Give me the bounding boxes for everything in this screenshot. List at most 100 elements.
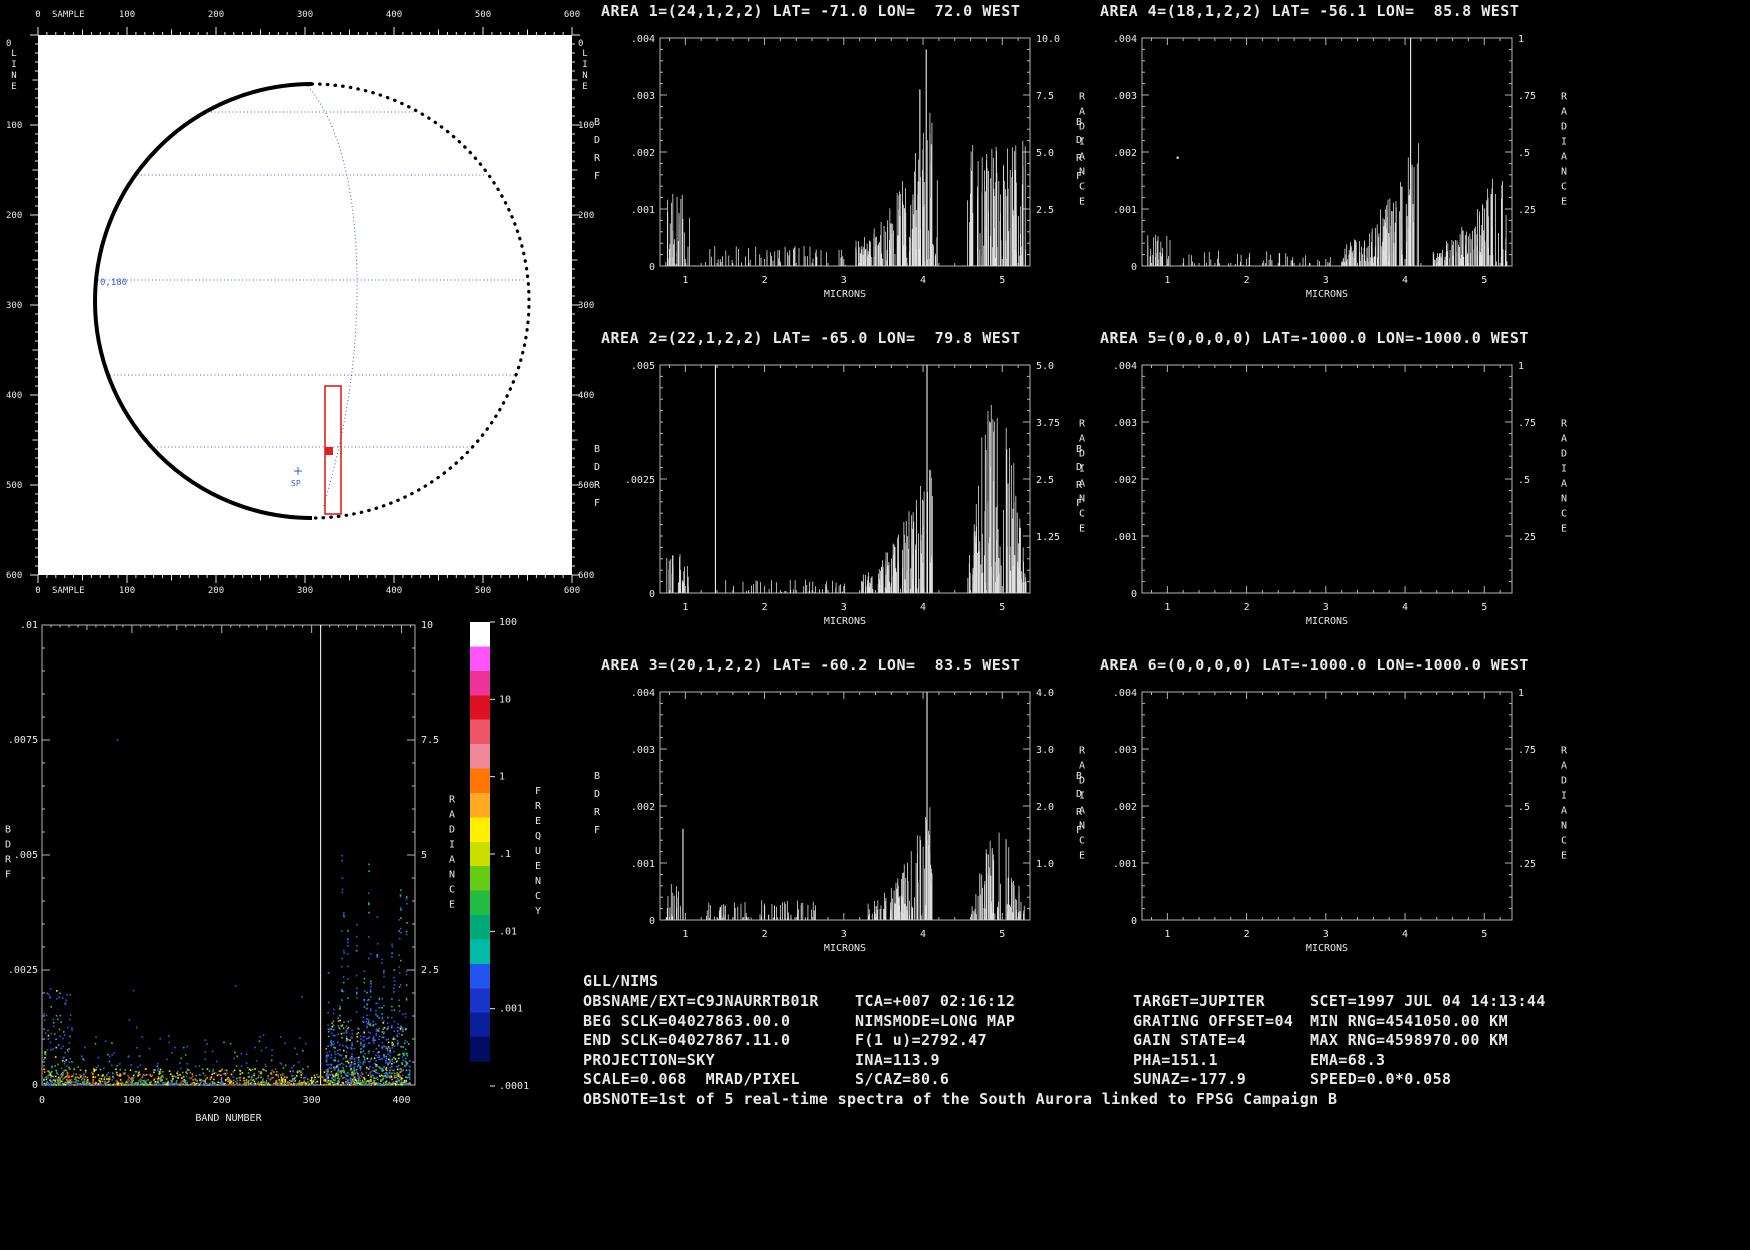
svg-text:200: 200 — [6, 211, 22, 221]
svg-text:2.0: 2.0 — [1036, 802, 1054, 813]
svg-text:C: C — [449, 885, 455, 896]
svg-text:MICRONS: MICRONS — [1306, 943, 1348, 954]
info-field: END SCLK=04027867.11.0 — [583, 1031, 791, 1049]
svg-text:R: R — [594, 480, 601, 491]
band-scatter-plot: 0 100 200 300 400 .01 .0075 .005 .0025 0 10 7.5 5 2.5… — [5, 620, 456, 1124]
svg-text:E: E — [449, 900, 455, 911]
svg-text:C: C — [1561, 509, 1567, 520]
svg-text:C: C — [1561, 182, 1567, 193]
info-field: GAIN STATE=4 — [1133, 1031, 1247, 1049]
info-field: MIN RNG=4541050.00 KM — [1310, 1012, 1509, 1030]
svg-text:5: 5 — [999, 602, 1005, 613]
svg-text:1: 1 — [1518, 361, 1524, 372]
spectrum-panel-area3: AREA 3=(20,1,2,2) LAT= -60.2 LON= 83.5 W… — [583, 654, 1108, 972]
svg-text:200: 200 — [213, 1095, 231, 1106]
info-field: SUNAZ=-177.9 — [1133, 1070, 1247, 1088]
svg-text:R: R — [1561, 746, 1568, 757]
svg-text:0: 0 — [35, 10, 40, 20]
svg-text:3: 3 — [1323, 929, 1329, 940]
svg-text:4.0: 4.0 — [1036, 688, 1054, 699]
svg-text:4: 4 — [1402, 602, 1408, 613]
svg-text:N: N — [1561, 167, 1567, 178]
svg-text:600: 600 — [6, 571, 22, 581]
svg-text:.005: .005 — [14, 850, 38, 861]
svg-text:F: F — [594, 171, 600, 182]
svg-text:2: 2 — [1244, 929, 1250, 940]
svg-text:A: A — [449, 810, 455, 821]
svg-text:D: D — [1076, 789, 1082, 800]
svg-text:R: R — [449, 795, 456, 806]
svg-text:10: 10 — [421, 620, 433, 631]
svg-text:B: B — [1076, 117, 1082, 128]
svg-text:E: E — [11, 82, 16, 92]
svg-text:400: 400 — [392, 1095, 410, 1106]
svg-text:.001: .001 — [1113, 205, 1137, 216]
svg-text:500: 500 — [475, 10, 491, 20]
info-field: OBSNAME/EXT=C9JNAURRTB01R — [583, 992, 819, 1010]
svg-text:C: C — [535, 891, 541, 902]
svg-text:.002: .002 — [631, 802, 655, 813]
svg-text:100: 100 — [119, 10, 135, 20]
svg-text:N: N — [535, 876, 541, 887]
svg-text:F: F — [1076, 498, 1082, 509]
svg-text:U: U — [535, 846, 541, 857]
info-field: GRATING OFFSET=04 — [1133, 1012, 1294, 1030]
svg-text:A: A — [1561, 479, 1567, 490]
svg-text:D: D — [594, 462, 600, 473]
svg-text:1: 1 — [1518, 34, 1524, 45]
svg-text:I: I — [11, 60, 16, 70]
svg-text:1: 1 — [1164, 275, 1170, 286]
info-field: BEG SCLK=04027863.00.0 — [583, 1012, 791, 1030]
svg-text:1.25: 1.25 — [1036, 532, 1060, 543]
spectrum-plot-holder: 1 2 3 4 5.004.003.002.001 0 4.0 3.0 2.0 1.0 B D R F R A… — [583, 670, 1103, 974]
svg-text:5.0: 5.0 — [1036, 148, 1054, 159]
svg-text:R: R — [5, 855, 12, 866]
svg-text:MICRONS: MICRONS — [824, 289, 866, 300]
svg-text:.5: .5 — [1518, 148, 1530, 159]
svg-text:1.0: 1.0 — [1036, 859, 1054, 870]
svg-text:1: 1 — [1164, 602, 1170, 613]
svg-text:5: 5 — [999, 275, 1005, 286]
frequency-colorbar-scale: 100101.1.01.001.0001FREQUENCY — [470, 617, 542, 1092]
svg-text:5: 5 — [1481, 929, 1487, 940]
svg-text:2: 2 — [1244, 602, 1250, 613]
svg-text:.75: .75 — [1518, 91, 1536, 102]
svg-text:D: D — [1561, 449, 1567, 460]
area6-plot: 1 2 3 4 5.004.003.002.00101.75.5.25BDRFRADIA… — [1076, 688, 1568, 954]
svg-text:E: E — [1561, 524, 1567, 535]
svg-text:A: A — [1561, 152, 1567, 163]
svg-text:E: E — [535, 816, 541, 827]
area2-plot: 1 2 3 4 5.005.002505.03.752.51.25BDRFRADIANC… — [594, 361, 1086, 627]
svg-text:R: R — [1561, 419, 1568, 430]
band-scatter-panel: 0 100 200 300 400 .01 .0075 .005 .0025 0 10 7.5 5 2.5… — [0, 615, 465, 1145]
svg-text:2.5: 2.5 — [1036, 205, 1054, 216]
svg-text:C: C — [1561, 836, 1567, 847]
svg-text:4: 4 — [1402, 275, 1408, 286]
observation-info-block: GLL/NIMS OBSNAME/EXT=C9JNAURRTB01R TCA=+00… — [583, 972, 1743, 1122]
svg-text:100: 100 — [499, 617, 517, 628]
info-field: TARGET=JUPITER — [1133, 992, 1266, 1010]
svg-text:4: 4 — [920, 929, 926, 940]
svg-text:B: B — [594, 117, 600, 128]
svg-text:BAND NUMBER: BAND NUMBER — [195, 1113, 262, 1124]
svg-text:F: F — [594, 825, 600, 836]
svg-text:.002: .002 — [631, 148, 655, 159]
svg-text:D: D — [1076, 462, 1082, 473]
info-field: PHA=151.1 — [1133, 1051, 1218, 1069]
svg-text:N: N — [1561, 821, 1567, 832]
svg-text:4: 4 — [920, 602, 926, 613]
svg-text:.001: .001 — [1113, 532, 1137, 543]
svg-text:.004: .004 — [1113, 688, 1137, 699]
svg-text:7.5: 7.5 — [421, 735, 439, 746]
svg-text:1: 1 — [682, 929, 688, 940]
current-position-marker — [325, 447, 333, 455]
svg-text:200: 200 — [208, 586, 224, 596]
area5-plot: 1 2 3 4 5.004.003.002.00101.75.5.25BDRFRADIA… — [1076, 361, 1568, 627]
svg-text:5: 5 — [999, 929, 1005, 940]
info-field: INA=113.9 — [855, 1051, 940, 1069]
spectrum-panel-area2: AREA 2=(22,1,2,2) LAT= -65.0 LON= 79.8 W… — [583, 327, 1108, 645]
svg-text:D: D — [5, 840, 11, 851]
svg-text:A: A — [1561, 434, 1567, 445]
svg-text:4: 4 — [1402, 929, 1408, 940]
info-field: OBSNOTE=1st of 5 real-time spectra of th… — [583, 1090, 1338, 1108]
